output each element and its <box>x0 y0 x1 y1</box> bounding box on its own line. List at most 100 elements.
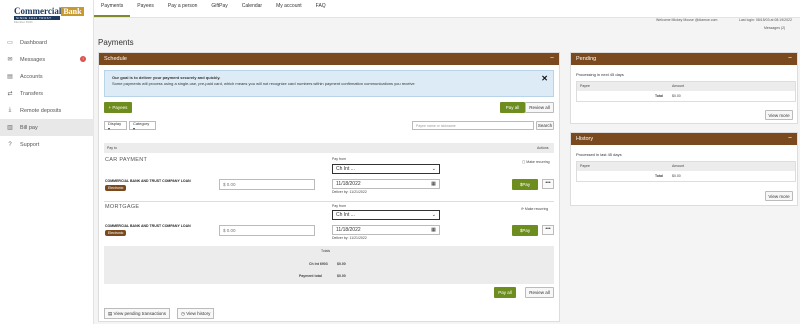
page-title: Payments <box>98 38 134 47</box>
payment-type-badge: Electronic <box>105 230 127 236</box>
sidebar-item-label: Bill pay <box>20 124 38 131</box>
history-view-more-button[interactable]: View more <box>765 191 793 201</box>
info-text: Some payments will process using a singl… <box>112 81 415 86</box>
dashboard-icon: ▭ <box>7 40 13 46</box>
payee-name[interactable]: CAR PAYMENT <box>105 157 147 163</box>
view-history-button[interactable]: ◷ View history <box>177 308 215 319</box>
history-panel: History − Processed in last 45 days Payee… <box>570 132 798 206</box>
tab-pay-a-person[interactable]: Pay a person <box>161 3 204 17</box>
minimize-icon[interactable]: − <box>788 53 792 65</box>
totals-label: Totals <box>321 249 331 253</box>
tab-payees[interactable]: Payees <box>130 3 161 17</box>
sidebar-nav: ▭ Dashboard ✉ Messages! ▤ Accounts ⇄ Transfe… <box>0 34 94 153</box>
col-payee: Payee <box>580 164 590 168</box>
messages-link[interactable]: Messages (2) <box>764 26 785 30</box>
pay-button[interactable]: $Pay <box>512 225 538 236</box>
add-payees-button[interactable]: + Payees <box>104 102 132 113</box>
col-payee: Payee <box>580 84 590 88</box>
category-dropdown[interactable]: Category ▾ <box>129 121 156 131</box>
sidebar-item-remote-deposits[interactable]: ⤓ Remote deposits <box>0 102 94 119</box>
last-login: Last login: 08/15/03 at 08:19/2022 <box>739 18 792 22</box>
bank-logo[interactable]: Commercial Bank SINCE 1914 TRUST COMPANY … <box>14 6 84 26</box>
welcome-name: Welcome Mickey Mouse <box>656 18 694 22</box>
payee-account: COMMERCIAL BANK AND TRUST COMPANY LOAN <box>105 224 191 228</box>
calendar-icon[interactable]: ▦ <box>429 181 438 188</box>
payment-date-value: 11/18/2022 <box>336 227 361 233</box>
help-icon: ? <box>8 141 12 148</box>
pending-title: Pending <box>576 56 597 62</box>
sidebar-item-transfers[interactable]: ⇄ Transfers <box>0 85 94 102</box>
sidebar-item-label: Remote deposits <box>20 107 62 114</box>
deliver-by: Deliver by: 11/21/2022 <box>332 190 367 194</box>
pay-from-select[interactable]: Ch Int ... ⌄ <box>332 164 440 174</box>
payments-table-header: Pay to Actions <box>104 143 554 153</box>
sidebar-item-dashboard[interactable]: ▭ Dashboard <box>0 34 94 51</box>
calendar-icon[interactable]: ▦ <box>429 227 438 234</box>
make-recurring-link[interactable]: ⟳ Make recurring <box>521 207 548 211</box>
pay-from-label: Pay from <box>332 157 347 161</box>
row-divider <box>104 201 554 202</box>
tab-my-account[interactable]: My account <box>269 3 309 17</box>
pending-table: Payee Amount Total $0.00 <box>576 81 796 102</box>
close-icon[interactable]: ✕ <box>541 74 548 83</box>
pending-panel: Pending − Processing in next 45 days Paye… <box>570 52 798 124</box>
tab-payments[interactable]: Payments <box>94 3 131 17</box>
clock-icon: ◷ <box>181 310 185 316</box>
payment-total-label: Payment total <box>299 274 322 278</box>
payee-search-input[interactable]: Payee name or nickname <box>412 121 534 130</box>
payment-total-value: $0.00 <box>337 274 346 278</box>
view-pending-label: View pending transactions <box>113 311 166 316</box>
make-recurring-label: Make recurring <box>524 207 549 211</box>
minimize-icon[interactable]: − <box>550 53 554 65</box>
totals-area: Totals Ch Int 6903 $0.00 Payment total $… <box>104 246 554 284</box>
sidebar-item-label: Accounts <box>20 73 43 80</box>
more-options-button[interactable]: ••• <box>542 179 554 189</box>
pay-button[interactable]: $Pay <box>512 179 538 190</box>
review-all-button[interactable]: Review all <box>525 102 554 113</box>
pay-all-bottom-button[interactable]: Pay all <box>494 287 516 298</box>
more-options-button[interactable]: ••• <box>542 225 554 235</box>
chevron-down-icon: ⌄ <box>431 212 436 218</box>
payment-date-input[interactable]: 11/18/2022 ▦ <box>332 179 440 189</box>
pay-from-label: Pay from <box>332 204 347 208</box>
info-banner: Our goal is to deliver your payment secu… <box>104 70 554 97</box>
total-value: $0.00 <box>672 174 681 178</box>
sidebar-item-messages[interactable]: ✉ Messages! <box>0 51 94 68</box>
total-value: $0.00 <box>672 94 681 98</box>
print-icon: ▤ <box>108 310 113 316</box>
top-nav: Payments Payees Pay a person GiftPay Cal… <box>94 0 800 18</box>
messages-alert-badge: ! <box>80 56 86 62</box>
sidebar-item-bill-pay[interactable]: ▥ Bill pay <box>0 119 94 136</box>
billpay-icon: ▥ <box>7 125 13 131</box>
pending-view-more-button[interactable]: View more <box>765 110 793 120</box>
amount-input[interactable]: $ 0.00 <box>219 179 315 190</box>
logo-sub: Member FDIC <box>14 20 33 24</box>
history-table: Payee Amount Total $0.00 <box>576 161 796 182</box>
view-pending-button[interactable]: ▤ View pending transactions <box>104 308 170 319</box>
tab-faq[interactable]: FAQ <box>309 3 333 17</box>
pay-from-select[interactable]: Ch Int ... ⌄ <box>332 210 440 220</box>
pending-total-row: Total $0.00 <box>577 91 795 101</box>
payment-date-input[interactable]: 11/18/2022 ▦ <box>332 225 440 235</box>
col-actions: Actions <box>537 146 549 150</box>
sidebar-item-accounts[interactable]: ▤ Accounts <box>0 68 94 85</box>
make-recurring-link[interactable]: ▢ Make recurring <box>522 160 550 164</box>
tab-giftpay[interactable]: GiftPay <box>204 3 234 17</box>
amount-input[interactable]: $ 0.00 <box>219 225 315 236</box>
schedule-title: Schedule <box>104 56 127 62</box>
sidebar-item-support[interactable]: ? Support <box>0 136 94 153</box>
search-button[interactable]: Search <box>536 121 554 130</box>
payee-name[interactable]: MORTGAGE <box>105 204 139 210</box>
history-caption: Processed in last 45 days <box>576 152 622 157</box>
chevron-down-icon: ⌄ <box>431 166 436 172</box>
sidebar-item-label: Messages <box>20 56 46 63</box>
sidebar: Commercial Bank SINCE 1914 TRUST COMPANY … <box>0 0 94 324</box>
display-dropdown[interactable]: Display ▾ <box>104 121 127 131</box>
schedule-header: Schedule − <box>99 53 559 65</box>
minimize-icon[interactable]: − <box>788 133 792 145</box>
pay-all-button[interactable]: Pay all <box>500 102 525 113</box>
envelope-icon: ✉ <box>7 57 13 63</box>
review-all-bottom-button[interactable]: Review all <box>525 287 554 298</box>
col-amount: Amount <box>672 164 685 168</box>
tab-calendar[interactable]: Calendar <box>235 3 269 17</box>
